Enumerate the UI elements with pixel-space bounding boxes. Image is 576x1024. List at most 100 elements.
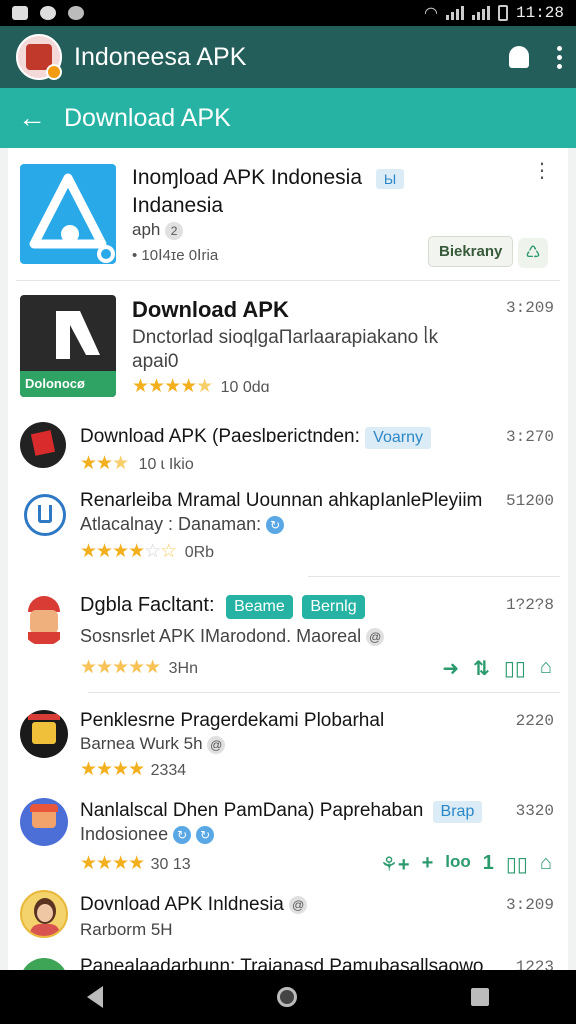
wifi-icon: ◠ bbox=[424, 5, 438, 22]
notification-icon[interactable] bbox=[509, 46, 529, 68]
list-item[interactable]: Nanlalscal Dhen PamDana) Paprehaban Brap… bbox=[8, 790, 568, 882]
recents-icon[interactable] bbox=[471, 988, 489, 1006]
rating-text: 0Rb bbox=[184, 544, 215, 561]
app-title: Nanlalscal Dhen PamDana) Paprehaban bbox=[80, 800, 424, 821]
timestamp: 51200 bbox=[505, 492, 554, 510]
app-title-line2: Indanesia bbox=[132, 194, 224, 217]
app-subtitle: aph bbox=[132, 220, 161, 239]
app-icon-portrait bbox=[20, 890, 68, 938]
app-icon-red bbox=[20, 422, 66, 468]
list-item[interactable]: Penklesrne Pragerdekami Plobarhal 2220 B… bbox=[8, 700, 568, 786]
app-logo[interactable] bbox=[16, 34, 62, 80]
info-icon: @ bbox=[366, 628, 385, 647]
app-subtitle: Sosnsrlet APK IMarodond. Maoreal bbox=[80, 626, 362, 646]
app-title: Renarleiba Mramal Uounnan ahkapIanlePley… bbox=[80, 490, 483, 511]
back-arrow-icon[interactable]: ← bbox=[18, 104, 46, 132]
rating-stars: ★★★★☆☆ bbox=[80, 541, 177, 562]
list-item[interactable]: Dovnload APK Inldnesia @ 3:209 Rarborm 5… bbox=[8, 884, 568, 958]
recycle-icon[interactable]: ♺ bbox=[518, 238, 548, 268]
app-icon-avatar bbox=[20, 798, 68, 846]
timestamp: 1?2?8 bbox=[505, 596, 554, 614]
sort-icon[interactable]: ⇅ bbox=[473, 656, 490, 681]
app-list[interactable]: Inoɱload APK Indonesia Ы Indanesia ⋮ aph… bbox=[0, 148, 576, 970]
app-icon-download bbox=[24, 494, 66, 536]
home-icon[interactable]: ⌂ bbox=[540, 852, 552, 877]
app-icon-green bbox=[20, 958, 68, 970]
app-logo-badge-icon bbox=[46, 64, 62, 80]
app-badge: Bernlg bbox=[302, 595, 365, 619]
action-button[interactable]: Biekrany bbox=[428, 236, 514, 267]
rating-text: 2334 bbox=[150, 762, 187, 779]
app-subtitle: Atlacalnay : Danaman: bbox=[80, 514, 262, 534]
columns-icon[interactable]: ▯▯ bbox=[504, 656, 526, 681]
app-icon-dark: Dolonocø bbox=[20, 295, 116, 397]
verified-icon: ↻ bbox=[173, 826, 192, 845]
signal-icon bbox=[445, 6, 464, 20]
timestamp: 2220 bbox=[515, 712, 554, 730]
plus-icon[interactable]: + bbox=[422, 852, 434, 877]
number-icon[interactable]: 1 bbox=[483, 852, 494, 877]
app-title: Indoneesa APK bbox=[74, 42, 247, 71]
battery-icon bbox=[497, 5, 508, 21]
chat-icon bbox=[40, 6, 56, 20]
rating-stars: ★★★★★ bbox=[132, 376, 213, 397]
status-time: 11:28 bbox=[515, 4, 564, 22]
home-icon[interactable] bbox=[277, 987, 297, 1007]
rating-text: 10 0dɑ bbox=[220, 379, 270, 396]
app-title: Penklesrne Pragerdekami Plobarhal bbox=[80, 710, 385, 731]
app-title: Download APK bbox=[132, 297, 289, 322]
page-title: Download APK bbox=[64, 103, 231, 132]
share-icon[interactable]: ➜ bbox=[442, 656, 459, 681]
navigation-bar bbox=[0, 970, 576, 1024]
list-item[interactable]: Inoɱload APK Indonesia Ы Indanesia ⋮ aph… bbox=[8, 148, 568, 280]
home-icon[interactable]: ⌂ bbox=[540, 656, 552, 681]
gmail-icon bbox=[12, 6, 28, 20]
rating-stars: ★★★★ bbox=[80, 853, 145, 874]
app-title: Download APK (Paeslɒerictnden: bbox=[80, 426, 360, 447]
status-bar: ◠ 11:28 bbox=[0, 0, 576, 26]
app-badge: Voarny bbox=[365, 427, 431, 449]
list-item[interactable]: Dgbla Facltant: Beame Bernlg 1?2?8 Sosns… bbox=[8, 580, 568, 692]
plant-icon[interactable]: ⚘+ bbox=[380, 852, 410, 877]
app-logo-label: Dolonocø bbox=[20, 371, 116, 397]
rating-text: 10 ɩ Ikio bbox=[138, 456, 194, 473]
app-title: Dgbla Facltant: bbox=[80, 594, 215, 616]
list-item[interactable]: Download APK (Paeslɒerictnden: Voarny 3:… bbox=[8, 410, 568, 478]
rating-stars: ★★★ bbox=[80, 453, 129, 474]
app-title: Dovnload APK Inldnesia bbox=[80, 894, 284, 915]
info-icon: @ bbox=[289, 895, 308, 914]
action-icons: ⚘+ + loo 1 ▯▯ ⌂ bbox=[380, 852, 552, 877]
app-subtitle: Barnea Wurk 5h bbox=[80, 734, 203, 753]
overflow-menu-icon[interactable]: ⋮ bbox=[532, 161, 552, 181]
app-title: Panealaadarbunn: Traianasd Pamubasallsao… bbox=[80, 956, 484, 970]
columns-icon[interactable]: ▯▯ bbox=[506, 852, 528, 877]
loop-icon[interactable]: loo bbox=[445, 852, 471, 877]
app-subtitle: Rarborm 5H bbox=[80, 920, 173, 939]
info-icon: 2 bbox=[165, 221, 184, 240]
action-icons: ➜ ⇅ ▯▯ ⌂ bbox=[442, 656, 552, 681]
back-icon[interactable] bbox=[87, 986, 103, 1008]
list-item[interactable]: Renarleiba Mramal Uounnan ahkapIanlePley… bbox=[8, 480, 568, 576]
rating-text: 3Hn bbox=[168, 660, 198, 677]
list-sheet: Inoɱload APK Indonesia Ы Indanesia ⋮ aph… bbox=[8, 148, 568, 970]
timestamp: 3:209 bbox=[505, 896, 554, 914]
sub-header: ← Download APK bbox=[0, 88, 576, 148]
divider bbox=[88, 692, 560, 693]
list-item[interactable]: Dolonocø Download APK 3:209 Dnctorlad si… bbox=[8, 281, 568, 409]
divider bbox=[308, 576, 560, 577]
app-badge: Brap bbox=[432, 801, 483, 823]
more-icon[interactable] bbox=[557, 45, 562, 69]
timestamp: 3:270 bbox=[505, 428, 554, 446]
app-subtitle: Indosionee bbox=[80, 824, 169, 844]
app-icon-character-dark bbox=[20, 710, 68, 758]
rating-text: 30 13 bbox=[150, 856, 191, 873]
list-item[interactable]: Panealaadarbunn: Traianasd Pamubasallsao… bbox=[8, 954, 568, 970]
signal-icon-2 bbox=[471, 6, 490, 20]
timestamp: 3320 bbox=[515, 802, 554, 820]
app-subtitle: Dnctorlad sioqlgaΠarlaarapiakano ᥣk bbox=[132, 327, 439, 348]
verified-icon: ↻ bbox=[266, 516, 285, 535]
rating-stars: ★★★★ bbox=[80, 759, 145, 780]
info-icon: @ bbox=[207, 735, 226, 754]
app-meta: • 10Ⅰ4ɪe 0Ⅰria bbox=[132, 247, 219, 264]
timestamp: 3:209 bbox=[505, 299, 554, 317]
